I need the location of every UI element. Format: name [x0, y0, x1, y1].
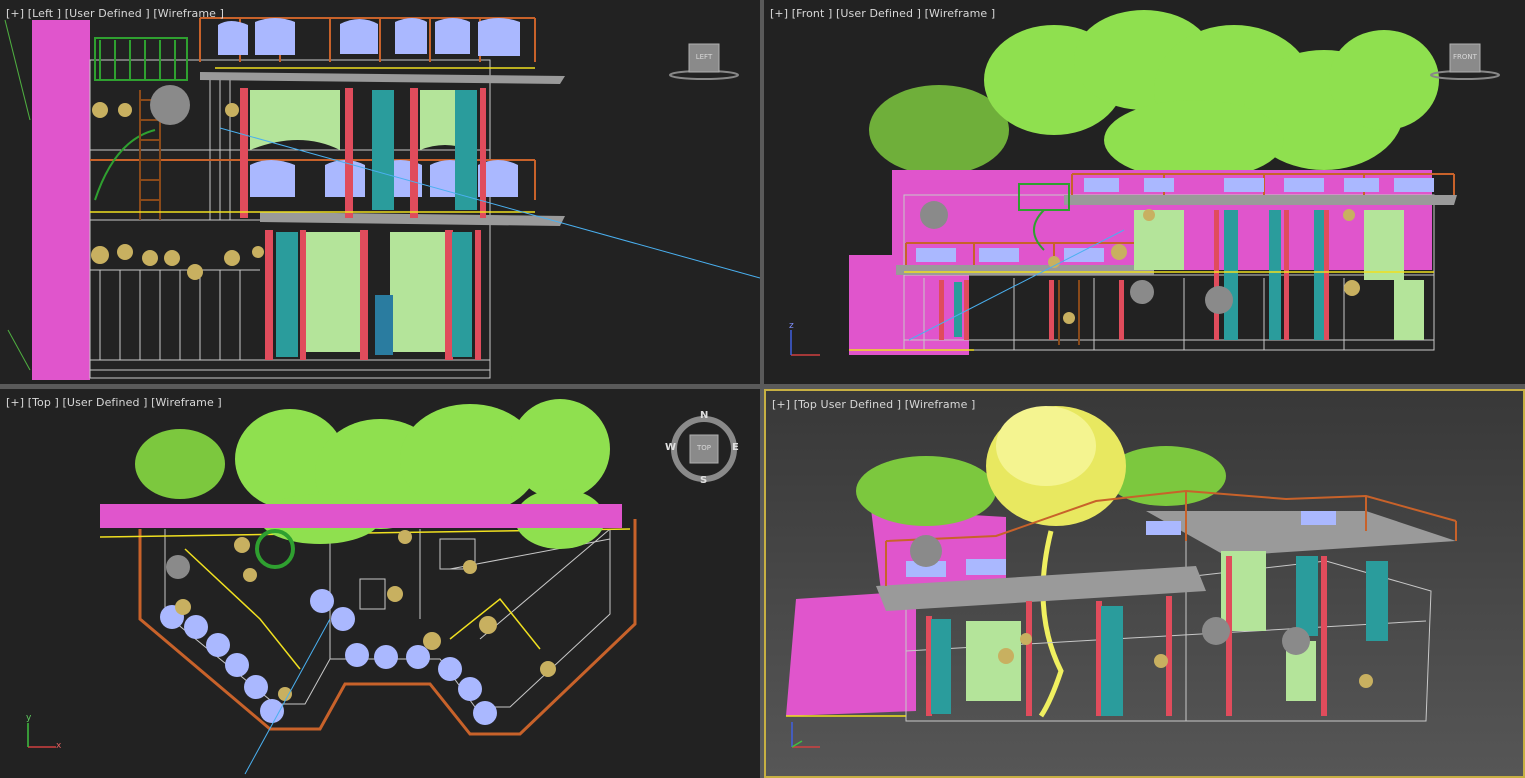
viewcube-face-label: FRONT	[1453, 53, 1477, 61]
viewcube-face-label: TOP	[696, 444, 711, 452]
left-edge-lines	[4, 19, 31, 371]
axis-tripod-persp	[786, 717, 826, 753]
pink-wall	[100, 504, 622, 528]
plan-inner	[164, 528, 611, 708]
viewport-perspective[interactable]: [+] [Top User Defined ] [Wireframe ]	[764, 389, 1525, 778]
tree-canopy	[869, 10, 1439, 180]
axis-label-x: x	[56, 741, 62, 751]
upper-slab	[200, 72, 565, 84]
axis-label-z: z	[789, 321, 794, 331]
viewcube-left[interactable]: LEFT	[668, 42, 740, 80]
compass-east: E	[732, 442, 739, 453]
compass-top[interactable]: TOP N S E W	[665, 410, 740, 486]
grey-plant	[166, 555, 190, 579]
viewport-left[interactable]: [+] [Left ] [User Defined ] [Wireframe ]	[0, 0, 760, 384]
viewport-label[interactable]: [+] [Top User Defined ] [Wireframe ]	[772, 398, 975, 411]
left-view-scene	[4, 17, 760, 380]
top-view-scene	[99, 399, 637, 775]
viewcube-front[interactable]: FRONT	[1429, 42, 1501, 80]
spiral-stair	[255, 529, 295, 569]
compass-west: W	[665, 442, 677, 453]
yellow-lamps	[91, 102, 264, 280]
plan-outline	[138, 519, 637, 736]
perspective-scene	[786, 406, 1457, 722]
viewport-top[interactable]: [+] [Top ] [User Defined ] [Wireframe ]	[0, 389, 760, 778]
balcony-slab	[896, 265, 1154, 275]
viewport-label[interactable]: [+] [Front ] [User Defined ] [Wireframe …	[770, 7, 995, 20]
viewcube-face-label: LEFT	[695, 53, 713, 61]
compass-south: S	[700, 475, 708, 486]
grey-plant	[150, 85, 190, 125]
axis-tripod-front: z	[786, 321, 826, 361]
roof-slab	[1064, 195, 1457, 205]
front-view-scene	[849, 10, 1457, 355]
pink-wall	[32, 20, 90, 380]
axis-tripod-top: y x	[22, 713, 64, 755]
compass-north: N	[700, 410, 709, 421]
viewport-front[interactable]: [+] [Front ] [User Defined ] [Wireframe …	[764, 0, 1525, 384]
viewport-label[interactable]: [+] [Top ] [User Defined ] [Wireframe ]	[6, 396, 222, 409]
axis-label-y: y	[26, 713, 32, 723]
viewport-label[interactable]: [+] [Left ] [User Defined ] [Wireframe ]	[6, 7, 224, 20]
